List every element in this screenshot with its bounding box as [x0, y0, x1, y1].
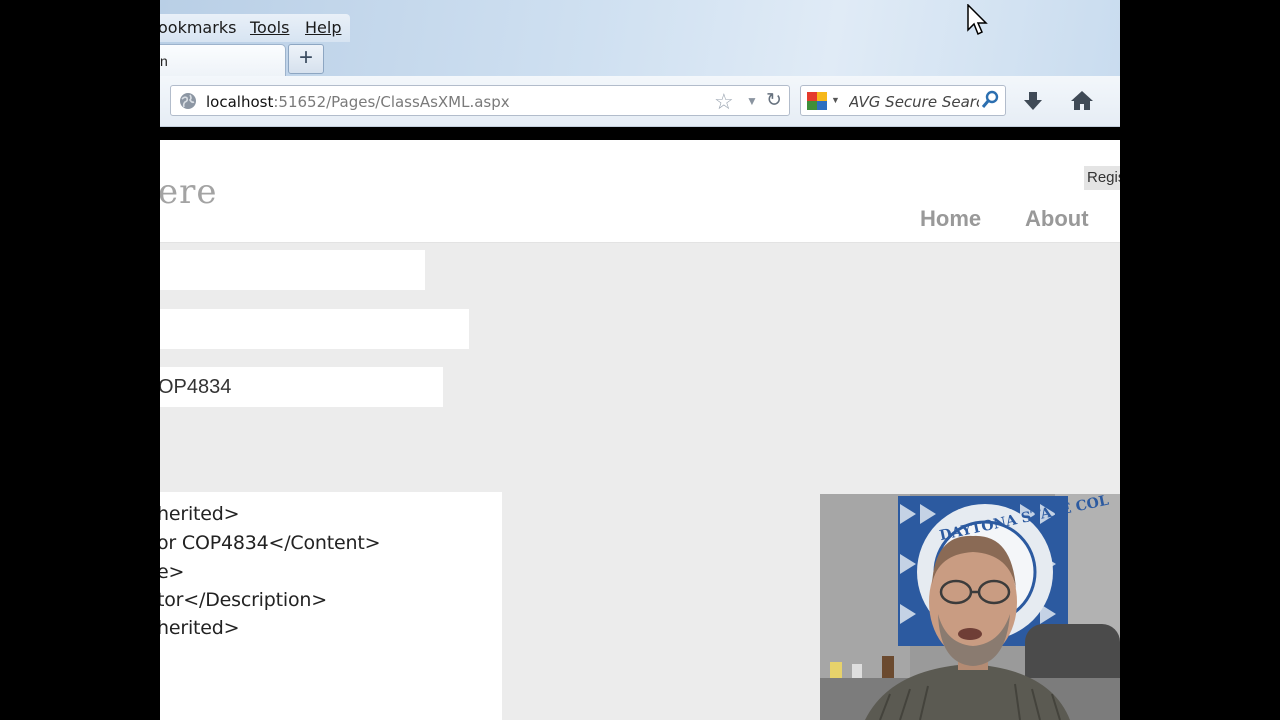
new-tab-button[interactable]: + — [288, 44, 324, 74]
site-title[interactable]: ere — [160, 172, 218, 212]
nav-home-link[interactable]: Home — [920, 206, 981, 232]
avg-logo-icon — [807, 92, 827, 110]
xml-line: herited> — [160, 617, 240, 639]
reload-icon[interactable]: ↻ — [766, 89, 782, 112]
class-code-value: OP4834 — [160, 376, 232, 398]
bookmark-star-icon[interactable]: ☆ — [714, 89, 734, 115]
url-text: localhost:51652/Pages/ClassAsXML.aspx — [206, 93, 510, 111]
menu-help[interactable]: Help — [305, 18, 341, 37]
xml-line: e> — [160, 561, 185, 583]
search-icon[interactable] — [981, 90, 999, 110]
url-host: localhost — [206, 93, 274, 111]
search-bar[interactable]: ▼ AVG Secure Search — [800, 85, 1006, 116]
globe-icon — [180, 93, 196, 109]
menu-tools-label: Tools — [250, 18, 290, 37]
class-code-field[interactable]: OP4834 — [160, 367, 443, 407]
webcam-video-overlay: DAYTONA STATE COL — [820, 494, 1120, 720]
url-bar[interactable]: localhost:51652/Pages/ClassAsXML.aspx ☆ … — [170, 85, 790, 116]
text-field-1[interactable] — [160, 250, 425, 290]
tab-title: n — [160, 53, 168, 69]
webcam-frame-image: DAYTONA STATE COL — [820, 494, 1120, 720]
menu-help-label: Help — [305, 18, 342, 37]
menu-bookmarks[interactable]: ookmarks — [160, 18, 236, 37]
toolbar-separator — [160, 127, 1120, 140]
nav-about-link[interactable]: About — [1025, 206, 1089, 232]
search-engine-dropdown-icon[interactable]: ▼ — [831, 95, 840, 105]
url-path: :51652/Pages/ClassAsXML.aspx — [273, 93, 510, 111]
xml-output-panel[interactable]: herited> or COP4834</Content> e> tor</De… — [160, 492, 502, 720]
url-history-dropdown-icon[interactable]: ▼ — [746, 94, 758, 108]
register-link[interactable]: Regis — [1084, 166, 1120, 190]
xml-line: or COP4834</Content> — [160, 532, 381, 554]
screen: ookmarks Tools Help n + localhost:51652/… — [160, 0, 1120, 720]
text-field-2[interactable] — [160, 309, 469, 349]
home-icon[interactable] — [1070, 89, 1094, 113]
xml-line: tor</Description> — [160, 589, 327, 611]
download-icon[interactable] — [1022, 90, 1044, 112]
browser-tab[interactable]: n — [160, 44, 286, 76]
xml-line: herited> — [160, 503, 240, 525]
menu-tools[interactable]: Tools — [250, 18, 289, 37]
mouse-cursor-icon — [967, 4, 988, 36]
search-input[interactable]: AVG Secure Search — [849, 93, 979, 111]
